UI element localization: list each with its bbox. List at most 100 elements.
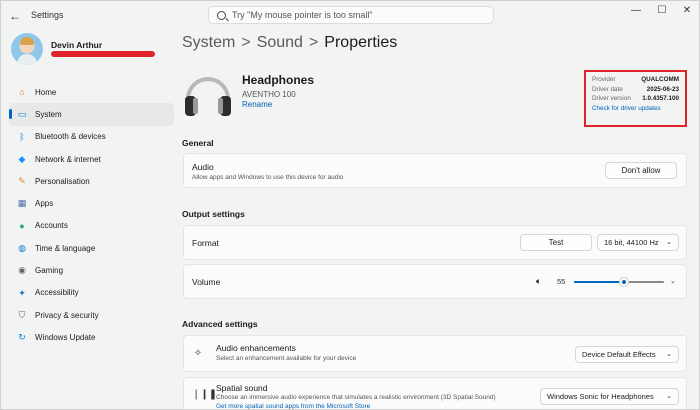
section-general: General <box>182 138 214 148</box>
sidebar-item-accessibility[interactable]: ✦ Accessibility <box>9 282 174 304</box>
enhancements-title: Audio enhancements <box>216 343 296 353</box>
breadcrumb-separator: > <box>308 34 319 51</box>
sidebar-item-network-internet[interactable]: ◆ Network & internet <box>9 148 174 170</box>
search-placeholder: Try "My mouse pointer is too small" <box>232 10 373 20</box>
window-title: Settings <box>31 10 64 20</box>
sidebar-item-time-language[interactable]: ◍ Time & language <box>9 237 174 259</box>
breadcrumb-separator: > <box>241 34 251 51</box>
sidebar-item-label: Bluetooth & devices <box>35 132 106 142</box>
spatial-select[interactable]: Windows Sonic for Headphones ⌄ <box>540 388 679 405</box>
driver-info-box: Provider QUALCOMM Driver date 2025-06-23 D… <box>584 70 687 127</box>
sidebar-nav: ⌂ Home ▭ System ᛒ Bluetooth & devices ◆ Network… <box>9 81 174 349</box>
maximize-icon[interactable]: ☐ <box>652 4 672 18</box>
search-icon <box>217 10 226 20</box>
enhancements-card: ✧ Audio enhancements Select an enhanceme… <box>183 335 687 372</box>
volume-slider[interactable] <box>574 277 664 287</box>
sidebar-item-privacy-security[interactable]: ⛉ Privacy & security <box>9 304 174 326</box>
user-profile[interactable]: Devin Arthur <box>9 33 179 73</box>
audio-title: Audio <box>192 162 214 172</box>
check-driver-updates-link[interactable]: Check for driver updates <box>592 105 679 112</box>
sidebar-item-bluetooth-devices[interactable]: ᛒ Bluetooth & devices <box>9 126 174 148</box>
sidebar-item-label: Windows Update <box>35 332 96 342</box>
device-header: Headphones AVENTHO 100 Rename <box>182 69 582 129</box>
back-arrow-icon[interactable]: ← <box>7 9 23 23</box>
bluetooth-icon: ᛒ <box>19 131 25 142</box>
avatar <box>11 33 43 65</box>
sidebar-item-personalisation[interactable]: ✎ Personalisation <box>9 170 174 192</box>
spatial-card: ❘❙❚ Spatial sound Choose an immersive au… <box>183 377 687 409</box>
shield-icon: ⛉ <box>18 309 26 320</box>
enhancements-value: Device Default Effects <box>582 350 656 359</box>
headphones-icon <box>185 77 231 116</box>
breadcrumb-sound[interactable]: Sound <box>257 34 303 51</box>
settings-window: ← Settings Try "My mouse pointer is too … <box>0 0 700 410</box>
accounts-icon: ● <box>19 220 25 231</box>
sidebar-item-accounts[interactable]: ● Accounts <box>9 215 174 237</box>
volume-value: 55 <box>557 277 566 286</box>
page-title: Properties <box>324 34 398 51</box>
volume-slider-thumb[interactable] <box>618 277 629 287</box>
audio-card: Audio Allow apps and Windows to use this… <box>183 153 687 188</box>
format-card: Format Test 16 bit, 44100 Hz ⌄ <box>183 225 687 260</box>
test-button[interactable]: Test <box>520 234 592 251</box>
format-title: Format <box>192 238 219 248</box>
provider-value: QUALCOMM <box>641 76 679 83</box>
sidebar-item-gaming[interactable]: ◉ Gaming <box>9 259 174 281</box>
sidebar-item-label: Accessibility <box>35 288 79 298</box>
sidebar-item-label: Time & language <box>35 243 96 253</box>
device-name: Headphones <box>242 73 315 87</box>
sidebar-item-label: Apps <box>35 199 54 209</box>
chevron-down-icon[interactable]: ⌄ <box>670 277 676 285</box>
search-box[interactable]: Try "My mouse pointer is too small" <box>208 6 494 24</box>
accessibility-icon: ✦ <box>18 287 26 298</box>
sidebar-item-windows-update[interactable]: ↻ Windows Update <box>9 326 174 348</box>
rename-link[interactable]: Rename <box>242 100 272 109</box>
spatial-sound-icon: ❘❙❚ <box>192 389 218 400</box>
sidebar-item-apps[interactable]: ▦ Apps <box>9 192 174 214</box>
breadcrumb-system[interactable]: System <box>182 34 235 51</box>
home-icon: ⌂ <box>19 87 25 97</box>
sidebar-item-label: Network & internet <box>35 154 101 164</box>
sidebar-item-system[interactable]: ▭ System <box>9 103 174 126</box>
spatial-value: Windows Sonic for Headphones <box>547 392 654 401</box>
driver-version-value: 1.0.4357.100 <box>642 95 679 102</box>
globe-icon: ◍ <box>18 243 26 254</box>
format-select[interactable]: 16 bit, 44100 Hz ⌄ <box>597 234 679 251</box>
provider-label: Provider <box>592 76 616 83</box>
volume-title: Volume <box>192 277 221 287</box>
system-icon: ▭ <box>17 109 27 120</box>
minimize-icon[interactable]: — <box>626 4 646 18</box>
dont-allow-button[interactable]: Don't allow <box>605 162 677 179</box>
speaker-icon[interactable]: 🔈︎ <box>536 276 541 287</box>
audio-desc: Allow apps and Windows to use this devic… <box>192 174 344 181</box>
sidebar-item-label: Gaming <box>35 266 64 276</box>
sidebar-item-label: Home <box>35 87 57 97</box>
sidebar-item-label: Privacy & security <box>35 310 99 320</box>
chevron-down-icon: ⌄ <box>666 393 672 400</box>
redacted-email <box>51 51 155 57</box>
network-icon: ◆ <box>18 153 26 164</box>
chevron-down-icon: ⌄ <box>666 351 672 358</box>
spatial-store-link[interactable]: Get more spatial sound apps from the Mic… <box>216 403 370 409</box>
volume-card: Volume 🔈︎ 55 ⌄ <box>183 264 687 299</box>
spatial-title: Spatial sound <box>216 383 268 393</box>
user-name: Devin Arthur <box>51 40 103 50</box>
sidebar-item-label: Personalisation <box>35 176 90 186</box>
volume-slider-fill <box>574 281 624 283</box>
driver-date-label: Driver date <box>592 85 623 93</box>
sidebar-item-label: System <box>35 109 62 119</box>
sidebar-item-home[interactable]: ⌂ Home <box>9 81 174 103</box>
section-output: Output settings <box>182 209 245 219</box>
brush-icon: ✎ <box>18 176 26 187</box>
format-value: 16 bit, 44100 Hz <box>604 238 659 247</box>
title-bar: ← Settings Try "My mouse pointer is too … <box>1 1 699 31</box>
breadcrumb: System > Sound > Properties <box>182 34 397 52</box>
gamepad-icon: ◉ <box>18 265 26 276</box>
section-advanced: Advanced settings <box>182 319 258 329</box>
enhancements-select[interactable]: Device Default Effects ⌄ <box>575 346 679 363</box>
enhancements-desc: Select an enhancement available for your… <box>216 355 357 362</box>
device-model: AVENTHO 100 <box>242 90 296 99</box>
close-icon[interactable]: ✕ <box>677 4 697 18</box>
update-icon: ↻ <box>18 332 26 343</box>
driver-version-label: Driver version <box>592 95 631 102</box>
